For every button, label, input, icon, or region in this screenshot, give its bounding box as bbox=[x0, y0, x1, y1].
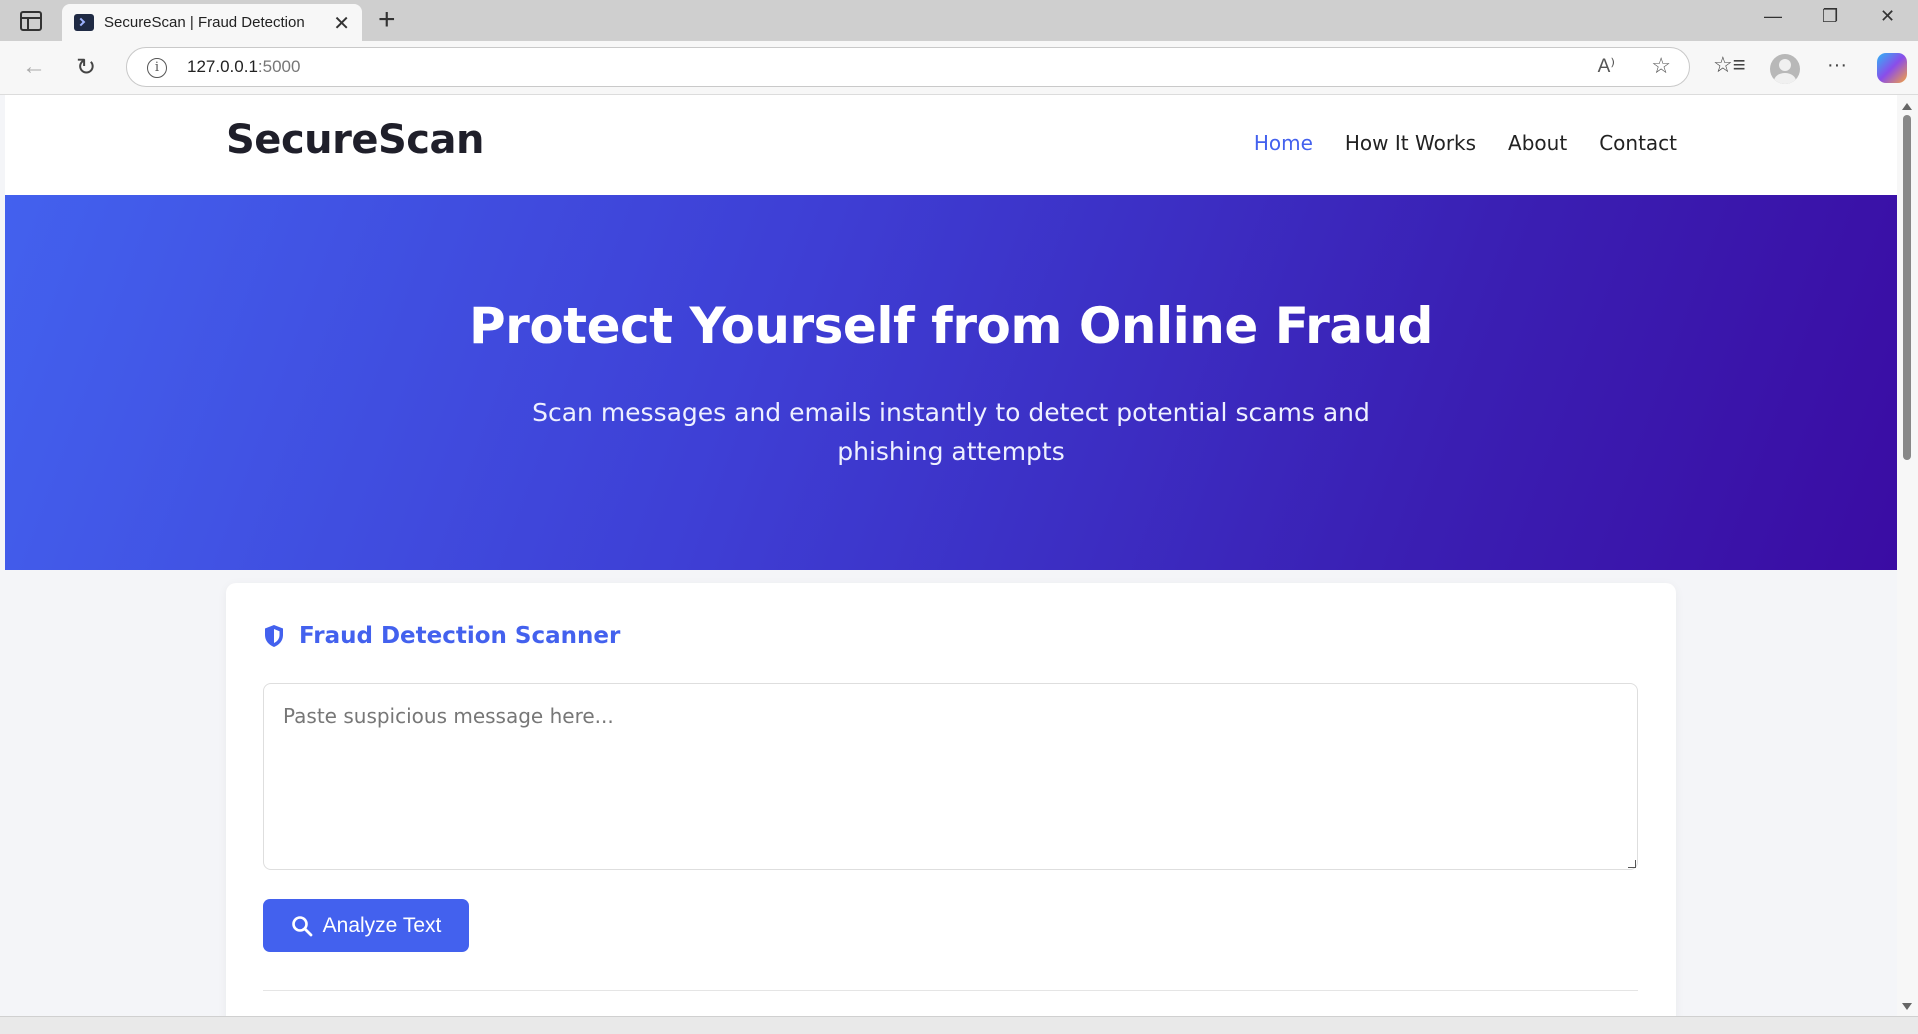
hero-title: Protect Yourself from Online Fraud bbox=[469, 297, 1433, 355]
scanner-title: Fraud Detection Scanner bbox=[299, 623, 621, 649]
url-port: :5000 bbox=[257, 57, 301, 76]
analyze-button[interactable]: Analyze Text bbox=[263, 899, 469, 952]
site-info-icon[interactable]: i bbox=[147, 58, 167, 78]
site-header: SecureScan Home How It Works About Conta… bbox=[5, 95, 1897, 195]
textarea-resize-handle[interactable] bbox=[1628, 860, 1636, 868]
tab-title: SecureScan | Fraud Detection bbox=[104, 14, 305, 31]
favorites-icon[interactable]: ☆≡ bbox=[1713, 52, 1746, 78]
hero-subtitle: Scan messages and emails instantly to de… bbox=[532, 398, 1370, 466]
nav-how-it-works[interactable]: How It Works bbox=[1345, 131, 1476, 155]
page-scrollbar[interactable] bbox=[1897, 95, 1918, 1016]
reload-icon[interactable]: ↻ bbox=[76, 53, 96, 82]
url-host: 127.0.0.1 bbox=[187, 57, 258, 76]
scrollbar-thumb[interactable] bbox=[1903, 115, 1911, 460]
section-divider bbox=[263, 990, 1638, 991]
search-icon bbox=[291, 915, 313, 936]
scanner-heading: Fraud Detection Scanner bbox=[263, 623, 620, 649]
back-arrow-icon[interactable]: ← bbox=[22, 53, 46, 81]
main-nav: Home How It Works About Contact bbox=[1254, 131, 1677, 155]
site-logo[interactable]: SecureScan bbox=[226, 117, 484, 163]
hero-banner: Protect Yourself from Online Fraud Scan … bbox=[5, 195, 1897, 570]
favicon-icon bbox=[74, 14, 94, 31]
address-bar[interactable]: i 127.0.0.1:5000 A⁾ ☆ bbox=[126, 47, 1690, 87]
close-window-button[interactable]: ✕ bbox=[1880, 6, 1895, 27]
message-input[interactable] bbox=[263, 683, 1638, 870]
restore-button[interactable]: ❐ bbox=[1822, 6, 1838, 27]
tab-close-icon[interactable]: ✕ bbox=[333, 11, 350, 36]
nav-contact[interactable]: Contact bbox=[1599, 131, 1677, 155]
browser-toolbar: ← ↻ i 127.0.0.1:5000 A⁾ ☆ bbox=[0, 41, 1918, 95]
browser-tab-active[interactable]: SecureScan | Fraud Detection ✕ bbox=[62, 4, 362, 41]
browser-tab-bar: SecureScan | Fraud Detection ✕ + — ❐ ✕ bbox=[0, 0, 1918, 41]
copilot-icon[interactable] bbox=[1877, 53, 1907, 83]
favorite-star-icon[interactable]: ☆ bbox=[1651, 53, 1671, 79]
more-menu-icon[interactable]: ··· bbox=[1827, 54, 1847, 77]
new-tab-button[interactable]: + bbox=[378, 3, 396, 37]
page-viewport: SecureScan Home How It Works About Conta… bbox=[5, 95, 1897, 1016]
nav-home[interactable]: Home bbox=[1254, 131, 1313, 155]
minimize-button[interactable]: — bbox=[1764, 6, 1782, 27]
nav-about[interactable]: About bbox=[1508, 131, 1567, 155]
profile-avatar[interactable] bbox=[1770, 54, 1800, 84]
read-aloud-icon[interactable]: A⁾ bbox=[1598, 55, 1615, 78]
sidebar-toggle-icon[interactable] bbox=[20, 11, 42, 31]
url-text[interactable]: 127.0.0.1:5000 bbox=[187, 57, 300, 77]
shield-icon bbox=[265, 625, 283, 647]
analyze-button-label: Analyze Text bbox=[322, 913, 442, 937]
scanner-card: Fraud Detection Scanner Analyze Text bbox=[226, 583, 1676, 1016]
scroll-down-arrow-icon[interactable] bbox=[1902, 1003, 1912, 1010]
scroll-up-arrow-icon[interactable] bbox=[1902, 103, 1912, 110]
taskbar-edge bbox=[0, 1016, 1918, 1034]
